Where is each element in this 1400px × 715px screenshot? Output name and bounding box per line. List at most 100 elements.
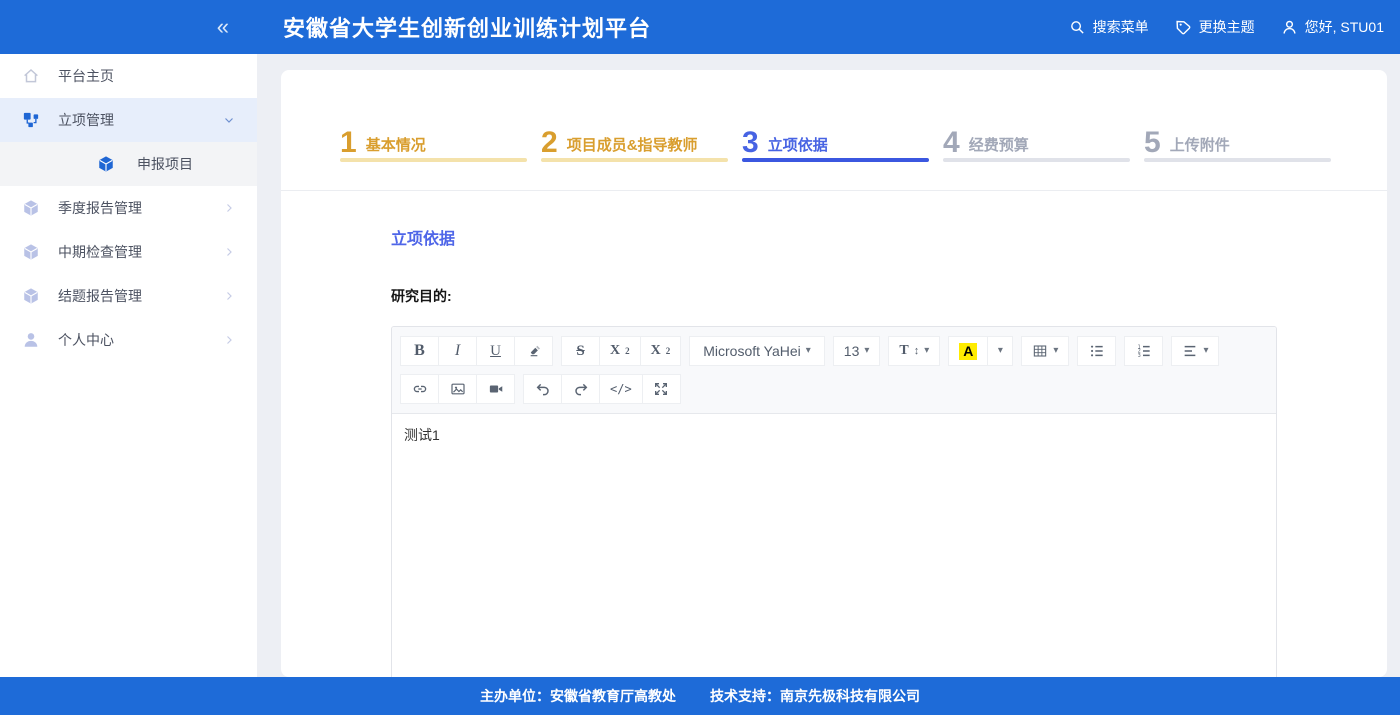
- header-sidebar-zone: «: [0, 0, 257, 54]
- sidebar-item-quarterly-report[interactable]: 季度报告管理: [0, 186, 257, 230]
- insert-video-button[interactable]: [476, 374, 515, 404]
- redo-button[interactable]: [561, 374, 600, 404]
- undo-icon: [535, 381, 551, 397]
- step-label: 项目成员&指导教师: [567, 134, 698, 157]
- research-purpose-label: 研究目的:: [391, 286, 1277, 306]
- step-1-basic-info[interactable]: 1基本情况: [340, 127, 527, 190]
- clear-format-button[interactable]: [514, 336, 553, 366]
- collapse-sidebar-icon[interactable]: «: [217, 16, 227, 38]
- sidebar-item-apply-project[interactable]: 申报项目: [0, 142, 257, 186]
- underline-button[interactable]: U: [476, 336, 515, 366]
- superscript-mark: 2: [625, 346, 630, 356]
- editor-content-area[interactable]: 测试1: [392, 414, 1276, 677]
- person-icon: [22, 331, 40, 349]
- wizard-card: 1基本情况 2项目成员&指导教师 3立项依据 4经费预算 5上传附件: [281, 70, 1387, 677]
- step-label: 上传附件: [1170, 134, 1230, 157]
- step-underline: [742, 158, 929, 162]
- step-5-attachments[interactable]: 5上传附件: [1144, 127, 1331, 190]
- section-title: 立项依据: [391, 225, 1277, 249]
- step-underline: [340, 158, 527, 162]
- line-height-letter: T: [899, 343, 908, 359]
- undo-button[interactable]: [523, 374, 562, 404]
- user-menu-button[interactable]: 您好, STU01: [1281, 17, 1384, 37]
- footer-tech-support: 技术支持：南京先极科技有限公司: [710, 686, 920, 706]
- step-underline: [541, 158, 728, 162]
- cube-icon: [22, 243, 40, 261]
- font-color-dropdown[interactable]: ▾: [987, 336, 1013, 366]
- chevron-right-icon: [223, 334, 235, 346]
- subscript-mark: 2: [666, 346, 671, 356]
- page-title: 安徽省大学生创新创业训练计划平台: [283, 11, 1069, 43]
- bold-button[interactable]: B: [400, 336, 439, 366]
- step-4-budget[interactable]: 4经费预算: [943, 127, 1130, 190]
- line-height-dropdown[interactable]: T ↕ ▾: [888, 336, 940, 366]
- top-header: « 安徽省大学生创新创业训练计划平台 搜索菜单 更换主题 您好, STU01: [0, 0, 1400, 54]
- step-underline: [943, 158, 1130, 162]
- step-number: 3: [742, 129, 759, 157]
- unordered-list-button[interactable]: [1077, 336, 1116, 366]
- chevron-right-icon: [223, 202, 235, 214]
- form-body: 立项依据 研究目的: B I U S: [281, 225, 1387, 677]
- superscript-base: X: [610, 343, 620, 359]
- caret-down-icon: ▾: [806, 346, 811, 356]
- italic-button[interactable]: I: [438, 336, 477, 366]
- table-icon: [1032, 343, 1048, 359]
- cube-icon: [22, 287, 40, 305]
- cube-icon: [97, 155, 115, 173]
- chevron-right-icon: [223, 246, 235, 258]
- user-icon: [1281, 19, 1298, 36]
- sidebar-item-midterm-check[interactable]: 中期检查管理: [0, 230, 257, 274]
- step-2-members-teachers[interactable]: 2项目成员&指导教师: [541, 127, 728, 190]
- link-icon: [412, 381, 428, 397]
- insert-image-button[interactable]: [438, 374, 477, 404]
- sidebar-item-label: 立项管理: [58, 110, 223, 130]
- home-icon: [22, 67, 40, 85]
- strikethrough-button[interactable]: S: [561, 336, 600, 366]
- updown-arrow-icon: ↕: [914, 345, 920, 357]
- insert-link-button[interactable]: [400, 374, 439, 404]
- fullscreen-button[interactable]: [642, 374, 681, 404]
- sidebar-item-label: 结题报告管理: [58, 286, 223, 306]
- video-icon: [488, 381, 504, 397]
- font-color-button[interactable]: A: [948, 336, 988, 366]
- step-3-project-basis[interactable]: 3立项依据: [742, 127, 929, 190]
- redo-icon: [573, 381, 589, 397]
- subscript-button[interactable]: X2: [640, 336, 682, 366]
- step-underline: [1144, 158, 1331, 162]
- superscript-button[interactable]: X2: [599, 336, 641, 366]
- sidebar-item-personal-center[interactable]: 个人中心: [0, 318, 257, 362]
- theme-tag-icon: [1175, 19, 1192, 36]
- change-theme-button[interactable]: 更换主题: [1175, 17, 1255, 37]
- caret-down-icon: ▾: [998, 346, 1003, 356]
- user-greeting: 您好, STU01: [1305, 17, 1384, 37]
- step-label: 基本情况: [366, 134, 426, 157]
- sidebar-item-project-management[interactable]: 立项管理: [0, 98, 257, 142]
- paragraph-align-dropdown[interactable]: ▾: [1171, 336, 1219, 366]
- ordered-list-button[interactable]: [1124, 336, 1163, 366]
- list-ul-icon: [1089, 343, 1105, 359]
- search-menu-button[interactable]: 搜索菜单: [1069, 17, 1149, 37]
- font-family-value: Microsoft YaHei: [703, 343, 801, 359]
- caret-down-icon: ▾: [1203, 346, 1208, 356]
- list-ol-icon: [1136, 343, 1152, 359]
- page-footer: 主办单位：安徽省教育厅高教处 技术支持：南京先极科技有限公司: [0, 677, 1400, 715]
- eraser-icon: [526, 343, 542, 359]
- editor-toolbar: B I U S X2 X2 Microsoft YaH: [392, 327, 1276, 414]
- sidebar-item-label: 季度报告管理: [58, 198, 223, 218]
- caret-down-icon: ▾: [924, 346, 929, 356]
- sidebar-item-final-report[interactable]: 结题报告管理: [0, 274, 257, 318]
- code-view-button[interactable]: </>: [599, 374, 643, 404]
- caret-down-icon: ▾: [1053, 346, 1058, 356]
- sidebar-item-home[interactable]: 平台主页: [0, 54, 257, 98]
- subscript-base: X: [651, 343, 661, 359]
- fullscreen-icon: [653, 381, 669, 397]
- chevron-down-icon: [223, 114, 235, 126]
- insert-table-dropdown[interactable]: ▾: [1021, 336, 1069, 366]
- step-number: 4: [943, 129, 960, 157]
- font-size-dropdown[interactable]: 13▾: [833, 336, 881, 366]
- font-family-dropdown[interactable]: Microsoft YaHei ▾: [689, 336, 825, 366]
- sidebar-item-label: 个人中心: [58, 330, 223, 350]
- header-actions: 搜索菜单 更换主题 您好, STU01: [1069, 17, 1400, 37]
- change-theme-label: 更换主题: [1199, 17, 1255, 37]
- footer-host-unit: 主办单位：安徽省教育厅高教处: [480, 686, 676, 706]
